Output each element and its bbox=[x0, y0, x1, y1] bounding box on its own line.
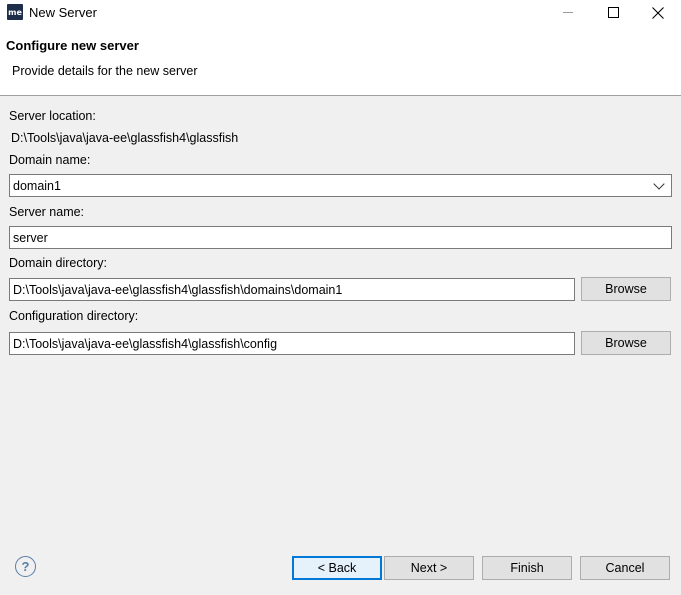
close-button[interactable] bbox=[635, 0, 681, 25]
next-button[interactable]: Next > bbox=[384, 556, 474, 580]
config-directory-label: Configuration directory: bbox=[9, 309, 139, 323]
page-title: Configure new server bbox=[6, 38, 139, 53]
domain-name-value: domain1 bbox=[13, 178, 61, 193]
server-name-label: Server name: bbox=[9, 205, 85, 219]
close-icon bbox=[652, 6, 664, 19]
minimize-button[interactable] bbox=[545, 0, 591, 25]
back-button[interactable]: < Back bbox=[292, 556, 382, 580]
title-bar: me New Server bbox=[0, 0, 681, 25]
domain-directory-browse-button[interactable]: Browse bbox=[581, 277, 671, 301]
wizard-header: Configure new server Provide details for… bbox=[0, 25, 681, 96]
server-name-input[interactable] bbox=[9, 226, 672, 249]
domain-name-select[interactable]: domain1 bbox=[9, 174, 672, 197]
chevron-down-icon bbox=[653, 177, 665, 190]
server-location-label: Server location: bbox=[9, 109, 96, 123]
page-description: Provide details for the new server bbox=[12, 64, 198, 78]
config-directory-browse-button[interactable]: Browse bbox=[581, 331, 671, 355]
help-icon[interactable]: ? bbox=[15, 556, 36, 577]
minimize-icon bbox=[563, 12, 573, 13]
maximize-icon bbox=[607, 7, 619, 18]
finish-button[interactable]: Finish bbox=[482, 556, 572, 580]
app-icon: me bbox=[7, 4, 23, 20]
domain-name-label: Domain name: bbox=[9, 153, 91, 167]
config-directory-input[interactable] bbox=[9, 332, 575, 355]
maximize-button[interactable] bbox=[590, 0, 636, 25]
domain-directory-input[interactable] bbox=[9, 278, 575, 301]
domain-directory-label: Domain directory: bbox=[9, 256, 107, 270]
window-title: New Server bbox=[29, 5, 97, 20]
cancel-button[interactable]: Cancel bbox=[580, 556, 670, 580]
server-location-value: D:\Tools\java\java-ee\glassfish4\glassfi… bbox=[11, 131, 239, 145]
